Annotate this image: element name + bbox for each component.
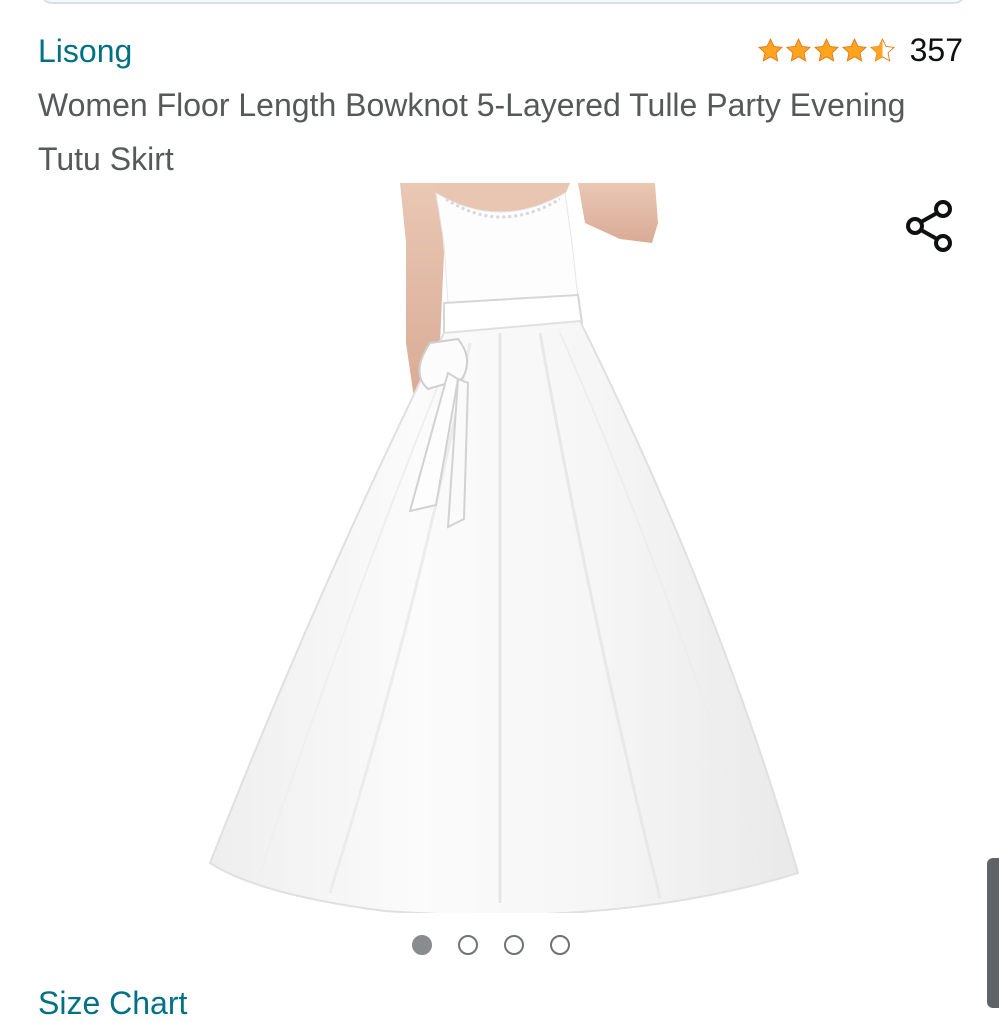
carousel-dot-1[interactable] bbox=[412, 935, 432, 955]
rating-summary[interactable]: 357 bbox=[757, 32, 963, 69]
star-rating bbox=[757, 37, 896, 64]
star-full-icon bbox=[841, 37, 867, 62]
product-image[interactable] bbox=[200, 183, 810, 917]
rating-count: 357 bbox=[909, 32, 963, 68]
top-card-edge bbox=[40, 0, 966, 4]
star-full-icon bbox=[785, 37, 811, 62]
star-half-icon bbox=[869, 37, 895, 62]
brand-link[interactable]: Lisong bbox=[38, 33, 132, 70]
carousel-dot-4[interactable] bbox=[550, 935, 570, 955]
star-full-icon bbox=[757, 37, 783, 62]
star-full-icon bbox=[813, 37, 839, 62]
carousel-dot-2[interactable] bbox=[458, 935, 478, 955]
size-chart-link[interactable]: Size Chart bbox=[38, 985, 187, 1022]
share-icon bbox=[906, 200, 952, 252]
product-title: Women Floor Length Bowknot 5-Layered Tul… bbox=[38, 87, 906, 177]
scrollbar[interactable] bbox=[987, 858, 999, 1008]
skirt-photo bbox=[208, 183, 800, 917]
share-button[interactable] bbox=[900, 196, 958, 256]
image-carousel-dots bbox=[412, 935, 570, 955]
carousel-dot-3[interactable] bbox=[504, 935, 524, 955]
